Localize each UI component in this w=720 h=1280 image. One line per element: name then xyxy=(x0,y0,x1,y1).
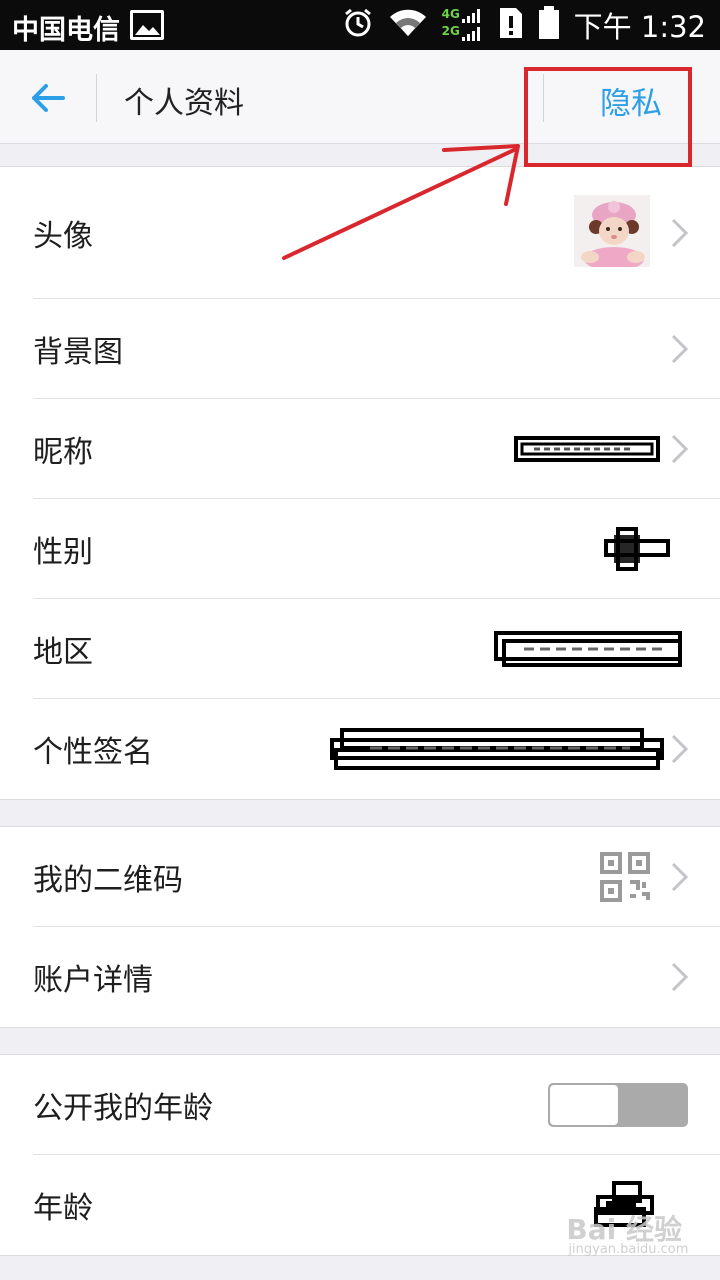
redaction-mark xyxy=(494,629,684,669)
background-label: 背景图 xyxy=(33,335,123,370)
list-item-qrcode[interactable]: 我的二维码 xyxy=(0,827,720,927)
age-label: 年龄 xyxy=(33,1191,93,1226)
signature-label: 个性签名 xyxy=(33,735,153,770)
alarm-icon xyxy=(342,7,374,43)
page-title: 个人资料 xyxy=(124,86,244,121)
battery-icon xyxy=(538,6,560,44)
redaction-mark xyxy=(604,525,670,573)
network-4g-label: 4G xyxy=(441,7,460,21)
carrier-name: 中国电信 xyxy=(12,15,120,46)
list-item-background[interactable]: 背景图 xyxy=(0,299,720,399)
wifi-icon xyxy=(388,8,428,42)
header-divider-right xyxy=(543,74,544,122)
cellular-signal-icon: 4G 2G xyxy=(442,7,484,43)
list-item-signature[interactable]: 个性签名 xyxy=(0,699,720,799)
chevron-right-icon xyxy=(670,433,690,465)
account-details-label: 账户详情 xyxy=(33,963,153,998)
redaction-mark xyxy=(330,726,666,772)
watermark-url: jingyan.baidu.com xyxy=(568,1242,689,1257)
avatar-label: 头像 xyxy=(33,219,93,254)
header-divider xyxy=(96,74,97,122)
chevron-right-icon xyxy=(670,961,690,993)
list-item-gender: 性别 xyxy=(0,499,720,599)
qrcode-label: 我的二维码 xyxy=(33,863,183,898)
privacy-button[interactable]: 隐私 xyxy=(600,78,662,123)
qr-code-icon xyxy=(600,852,650,902)
chevron-right-icon xyxy=(670,733,690,765)
nickname-label: 昵称 xyxy=(33,435,93,470)
nav-header: 个人资料 隐私 xyxy=(0,50,720,144)
list-item-account-details[interactable]: 账户详情 xyxy=(0,927,720,1027)
public-age-label: 公开我的年龄 xyxy=(33,1091,213,1126)
list-item-region[interactable]: 地区 xyxy=(0,599,720,699)
network-2g-label: 2G xyxy=(441,24,460,38)
redaction-mark xyxy=(514,434,660,464)
profile-group: 头像 背景图 昵称 性别 地区 个性签名 xyxy=(0,166,720,800)
public-age-toggle[interactable] xyxy=(548,1083,688,1127)
region-label: 地区 xyxy=(33,635,93,670)
account-group: 我的二维码 账户详情 xyxy=(0,826,720,1028)
baidu-watermark: Bai 经验 jingyan.baidu.com xyxy=(566,1208,688,1257)
back-arrow-icon[interactable] xyxy=(30,80,66,116)
list-item-avatar[interactable]: 头像 xyxy=(0,167,720,299)
gender-label: 性别 xyxy=(33,535,93,570)
status-time: 下午 1:32 xyxy=(573,10,706,44)
list-item-public-age: 公开我的年龄 xyxy=(0,1055,720,1155)
image-notification-icon xyxy=(130,10,164,40)
avatar xyxy=(574,195,650,267)
chevron-right-icon xyxy=(670,861,690,893)
toggle-knob xyxy=(550,1085,618,1125)
list-item-nickname[interactable]: 昵称 xyxy=(0,399,720,499)
chevron-right-icon xyxy=(670,333,690,365)
sim-alert-icon xyxy=(498,6,524,44)
chevron-right-icon xyxy=(670,217,690,249)
status-bar: 中国电信 4G 2G 下午 1:32 xyxy=(0,0,720,50)
